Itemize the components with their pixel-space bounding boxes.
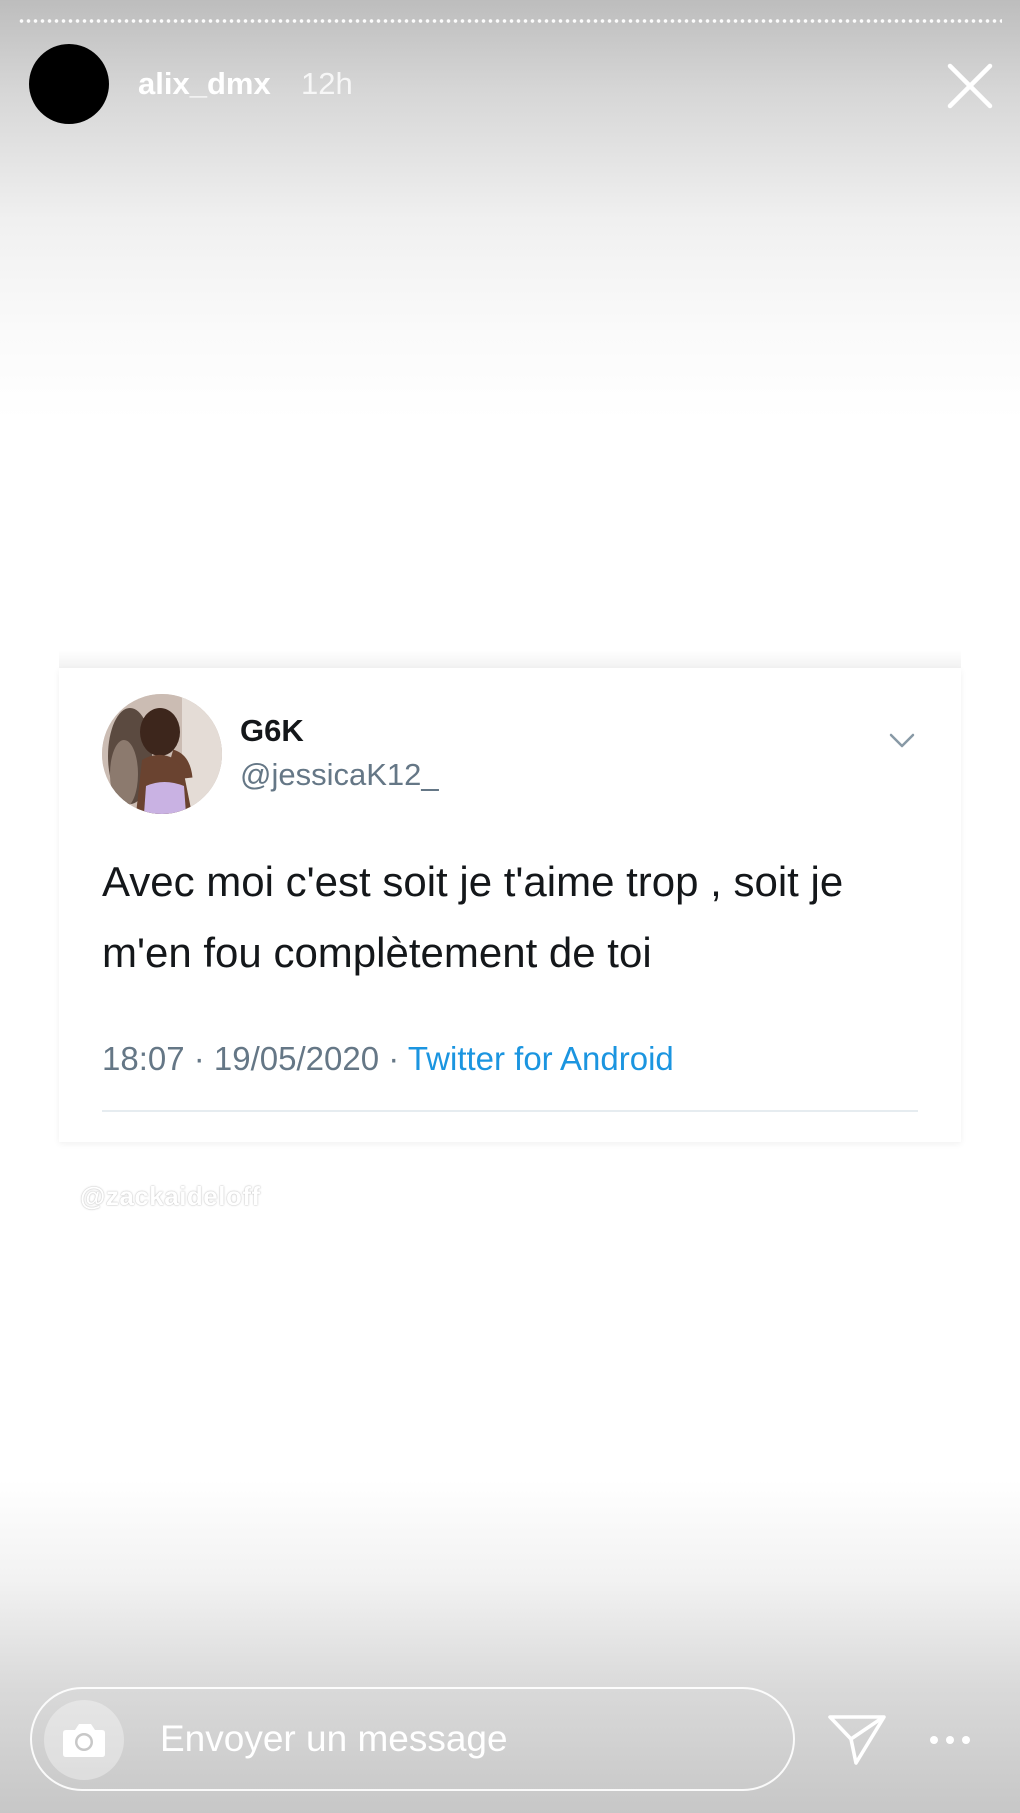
send-icon [828, 1715, 886, 1765]
story-time: 12h [301, 66, 353, 101]
tweet-divider [102, 1110, 918, 1112]
tweet-author-handle[interactable]: @jessicaK12_ [240, 757, 439, 793]
more-options-button[interactable] [928, 1725, 972, 1755]
tweet-author-name[interactable]: G6K [240, 713, 304, 749]
tweet-menu-button[interactable] [885, 728, 919, 752]
tweet-avatar [102, 694, 222, 814]
message-bar [30, 1687, 795, 1791]
close-button[interactable] [944, 60, 996, 112]
tweet-card: G6K @jessicaK12_ Avec moi c'est soit je … [59, 668, 961, 1142]
camera-icon [63, 1724, 105, 1757]
story-progress-bar [18, 19, 1002, 23]
profile-avatar[interactable] [29, 44, 109, 124]
watermark: @zackaideloff [80, 1181, 261, 1211]
tweet-card-shadow [59, 650, 961, 670]
chevron-down-icon [889, 733, 915, 748]
tweet-timestamp: 18:07 · 19/05/2020 · [102, 1040, 408, 1077]
camera-button[interactable] [44, 1700, 124, 1780]
tweet-avatar-photo [102, 694, 222, 814]
message-input[interactable] [160, 1689, 760, 1789]
tweet-text: Avec moi c'est soit je t'aime trop , soi… [102, 858, 844, 976]
close-icon [947, 63, 993, 109]
more-icon [930, 1736, 970, 1744]
tweet-source-link[interactable]: Twitter for Android [408, 1040, 674, 1077]
send-button[interactable] [826, 1711, 888, 1767]
story-username[interactable]: alix_dmx [138, 66, 271, 102]
tweet-meta: 18:07 · 19/05/2020 · Twitter for Android [102, 1040, 674, 1078]
story-header: alix_dmx 12h [0, 40, 1020, 130]
